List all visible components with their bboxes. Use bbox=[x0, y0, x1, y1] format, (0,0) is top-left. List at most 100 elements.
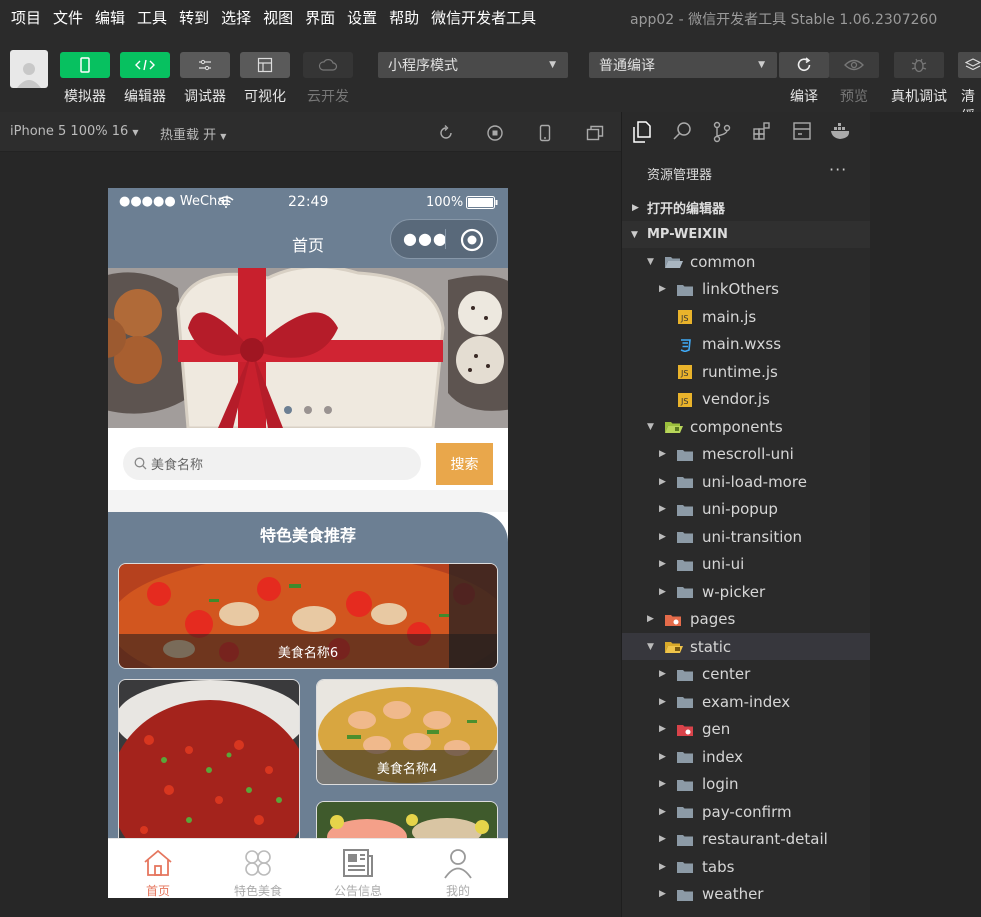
tree-item[interactable]: ▶ pages bbox=[622, 606, 871, 633]
files-icon[interactable] bbox=[632, 121, 652, 143]
tree-item[interactable]: ▶ weather bbox=[622, 881, 871, 908]
more-icon[interactable]: ●●● bbox=[403, 229, 448, 248]
tab-featured[interactable]: 特色美食 bbox=[208, 839, 308, 898]
food-card[interactable] bbox=[118, 679, 300, 849]
rotate-icon[interactable] bbox=[437, 124, 455, 142]
carousel-dot[interactable] bbox=[324, 406, 332, 414]
menu-item-view[interactable]: 视图 bbox=[257, 7, 299, 28]
extensions-icon[interactable] bbox=[752, 121, 772, 141]
project-section[interactable]: ▼ MP-WEIXIN bbox=[622, 221, 871, 248]
chevron-down-icon: ▼ bbox=[647, 421, 654, 432]
layers-icon bbox=[965, 58, 981, 71]
tree-item[interactable]: ▼ components bbox=[622, 413, 871, 440]
detach-window-icon[interactable] bbox=[586, 124, 604, 142]
menu-item-tools[interactable]: 工具 bbox=[131, 7, 173, 28]
tree-item[interactable]: ▶ linkOthers bbox=[622, 276, 871, 303]
hot-reload-select[interactable]: 热重载 开 ▼ bbox=[160, 124, 226, 143]
tree-item[interactable]: ▶ gen bbox=[622, 716, 871, 743]
js-file-icon: JS bbox=[678, 392, 692, 411]
folder-icon bbox=[676, 860, 694, 878]
tab-profile-label: 我的 bbox=[445, 884, 470, 898]
storage-icon[interactable] bbox=[792, 121, 812, 141]
phone-icon[interactable] bbox=[536, 124, 554, 142]
tab-profile[interactable]: 我的 bbox=[408, 839, 508, 898]
refresh-icon bbox=[797, 57, 811, 71]
tree-item[interactable]: ▶ w-picker bbox=[622, 578, 871, 605]
menu-item-goto[interactable]: 转到 bbox=[173, 7, 215, 28]
search-input[interactable]: 美食名称 bbox=[123, 447, 421, 480]
compile-button[interactable] bbox=[779, 52, 829, 78]
stop-icon[interactable] bbox=[486, 124, 504, 142]
tree-item[interactable]: ▶ uni-transition bbox=[622, 523, 871, 550]
menu-item-edit[interactable]: 编辑 bbox=[89, 7, 131, 28]
tree-item[interactable]: ▶ restaurant-detail bbox=[622, 826, 871, 853]
editor-button[interactable] bbox=[120, 52, 170, 78]
tree-item[interactable]: ▼ static bbox=[622, 633, 871, 660]
search-icon[interactable] bbox=[672, 121, 692, 141]
more-options-icon[interactable]: ··· bbox=[829, 160, 847, 179]
user-avatar[interactable] bbox=[10, 50, 48, 88]
status-time: 22:49 bbox=[288, 194, 329, 210]
source-control-icon[interactable] bbox=[712, 121, 732, 143]
tree-item-label: index bbox=[702, 747, 744, 766]
preview-button[interactable] bbox=[829, 52, 879, 78]
menu-item-file[interactable]: 文件 bbox=[47, 7, 89, 28]
toolbar: 模拟器 编辑器 调试器 可视化 云开发 小程序模式 ▼ 普通编译 ▼ 编译 预览… bbox=[0, 34, 981, 125]
layout-icon bbox=[257, 57, 273, 73]
tree-item[interactable]: main.wxss bbox=[622, 331, 871, 358]
tree-item[interactable]: JS main.js bbox=[622, 303, 871, 330]
carousel-dot-active[interactable] bbox=[284, 406, 292, 414]
menu-item-select[interactable]: 选择 bbox=[215, 7, 257, 28]
menu-item-interface[interactable]: 界面 bbox=[299, 7, 341, 28]
chevron-right-icon: ▶ bbox=[659, 586, 666, 597]
open-editors-section[interactable]: ▶ 打开的编辑器 bbox=[622, 194, 871, 221]
carousel-dot[interactable] bbox=[304, 406, 312, 414]
tree-item[interactable]: ▶ login bbox=[622, 771, 871, 798]
chevron-right-icon: ▶ bbox=[659, 284, 666, 294]
tree-item[interactable]: ▶ center bbox=[622, 661, 871, 688]
battery-icon bbox=[466, 196, 498, 209]
spacer bbox=[108, 490, 508, 512]
caret-down-icon: ▼ bbox=[132, 128, 139, 137]
tab-news[interactable]: 公告信息 bbox=[308, 839, 408, 898]
simulator-bar: iPhone 5 100% 16 ▼ 热重载 开 ▼ bbox=[0, 112, 621, 152]
folder-icon bbox=[676, 585, 694, 603]
debugger-button[interactable] bbox=[180, 52, 230, 78]
food-card[interactable]: 美食名称4 bbox=[316, 679, 498, 785]
folder-open-icon bbox=[664, 420, 684, 438]
real-debug-button[interactable] bbox=[894, 52, 944, 78]
tree-item[interactable]: ▶ pay-confirm bbox=[622, 798, 871, 825]
explorer-title: 资源管理器 bbox=[647, 168, 713, 183]
simulator-button[interactable] bbox=[60, 52, 110, 78]
tree-item[interactable]: ▶ index bbox=[622, 743, 871, 770]
tree-item[interactable]: ▶ tabs bbox=[622, 853, 871, 880]
docker-icon[interactable] bbox=[830, 122, 852, 140]
real-debug-label: 真机调试 bbox=[891, 89, 947, 105]
mode-select[interactable]: 小程序模式 ▼ bbox=[378, 52, 568, 78]
tree-item[interactable]: ▶ uni-load-more bbox=[622, 468, 871, 495]
food-card[interactable]: 美食名称6 bbox=[118, 563, 498, 669]
close-miniprogram-icon[interactable] bbox=[460, 228, 484, 252]
chevron-right-icon: ▶ bbox=[659, 861, 666, 872]
menu-item-project[interactable]: 项目 bbox=[5, 7, 47, 28]
menu-item-help[interactable]: 帮助 bbox=[383, 7, 425, 28]
tab-home[interactable]: 首页 bbox=[108, 839, 208, 898]
device-select[interactable]: iPhone 5 100% 16 ▼ bbox=[10, 124, 139, 139]
cloud-button[interactable] bbox=[303, 52, 353, 78]
folder-icon bbox=[676, 695, 694, 713]
tree-item[interactable]: ▶ exam-index bbox=[622, 688, 871, 715]
visual-button[interactable] bbox=[240, 52, 290, 78]
tree-item[interactable]: JS runtime.js bbox=[622, 358, 871, 385]
compile-select[interactable]: 普通编译 ▼ bbox=[589, 52, 777, 78]
tree-item[interactable]: JS vendor.js bbox=[622, 386, 871, 413]
menu-item-wechat-devtools[interactable]: 微信开发者工具 bbox=[425, 7, 542, 28]
tree-item[interactable]: ▶ mescroll-uni bbox=[622, 441, 871, 468]
tree-item[interactable]: ▼ common bbox=[622, 248, 871, 275]
menu-item-settings[interactable]: 设置 bbox=[341, 7, 383, 28]
tree-item[interactable]: ▶ uni-popup bbox=[622, 496, 871, 523]
tree-item[interactable]: ▶ uni-ui bbox=[622, 551, 871, 578]
clear-cache-button[interactable] bbox=[958, 52, 981, 78]
banner-carousel[interactable] bbox=[108, 268, 508, 428]
search-button[interactable]: 搜索 bbox=[436, 443, 493, 485]
tree-item-label: w-picker bbox=[702, 582, 766, 601]
